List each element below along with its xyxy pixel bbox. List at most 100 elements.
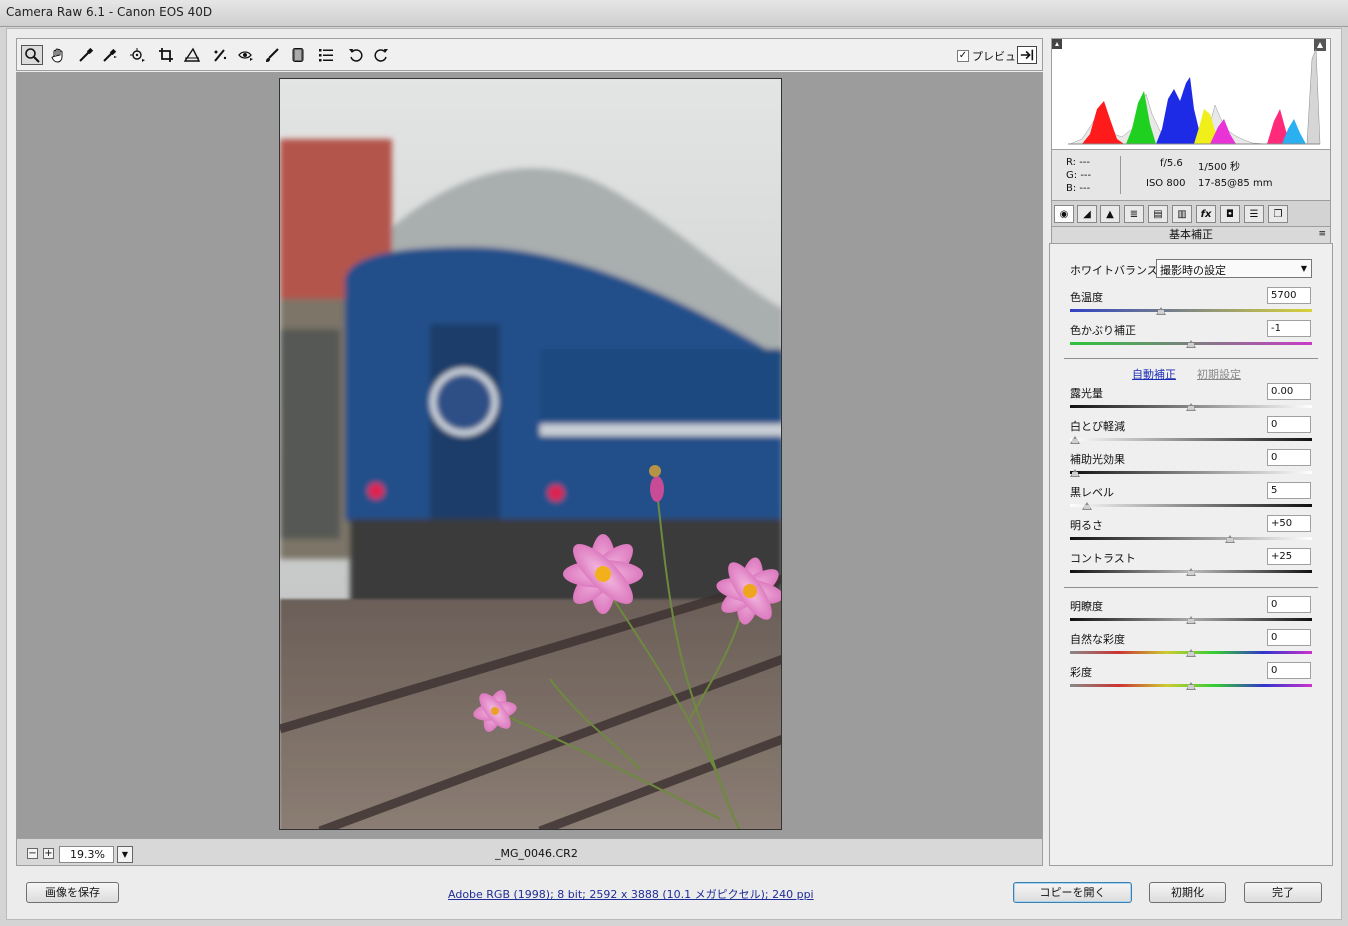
preview-checkbox[interactable]: ✓ bbox=[957, 50, 969, 62]
fullscreen-button[interactable] bbox=[1017, 46, 1037, 64]
chevron-down-icon: ▼ bbox=[1300, 264, 1307, 273]
spot-removal-icon bbox=[214, 49, 227, 62]
save-image-button[interactable]: 画像を保存 bbox=[26, 882, 119, 903]
exposure-slider[interactable] bbox=[1070, 403, 1312, 411]
recovery-label: 白とび軽減 bbox=[1070, 420, 1125, 433]
hand-tool-button[interactable] bbox=[47, 45, 69, 65]
title-bar: Camera Raw 6.1 - Canon EOS 40D bbox=[0, 0, 1348, 27]
white-balance-tool-button[interactable] bbox=[75, 45, 97, 65]
vibrance-slider-thumb[interactable] bbox=[1186, 649, 1196, 657]
tab-tone-curve[interactable]: ◢ bbox=[1077, 205, 1097, 223]
clarity-field[interactable]: 0 bbox=[1267, 596, 1311, 613]
clarity-slider[interactable] bbox=[1070, 616, 1312, 624]
aperture: f/5.6 bbox=[1160, 158, 1183, 169]
default-link[interactable]: 初期設定 bbox=[1197, 368, 1241, 381]
photo-preview[interactable] bbox=[279, 78, 782, 830]
zoom-tool-button[interactable] bbox=[21, 45, 43, 65]
zoom-dropdown-button[interactable]: ▼ bbox=[117, 846, 133, 863]
brightness-slider[interactable] bbox=[1070, 535, 1312, 543]
image-preview-area[interactable] bbox=[16, 72, 1043, 838]
fill-light-field[interactable]: 0 bbox=[1267, 449, 1311, 466]
saturation-slider[interactable] bbox=[1070, 682, 1312, 690]
blacks-slider[interactable] bbox=[1070, 502, 1312, 510]
fill-light-slider[interactable] bbox=[1070, 469, 1312, 477]
tint-slider-thumb[interactable] bbox=[1186, 340, 1196, 348]
done-button[interactable]: 完了 bbox=[1244, 882, 1322, 903]
tab-lens-corrections[interactable]: ▥ bbox=[1172, 205, 1192, 223]
photo-image bbox=[280, 79, 781, 829]
target-adjust-tool-button[interactable] bbox=[127, 45, 149, 65]
tab-camera-calibration[interactable]: ◘ bbox=[1220, 205, 1240, 223]
iso: ISO 800 bbox=[1146, 178, 1186, 189]
fill-light-slider-thumb[interactable] bbox=[1070, 469, 1080, 477]
zoom-in-button[interactable]: + bbox=[43, 848, 54, 859]
chevron-down-icon: ▼ bbox=[121, 850, 129, 859]
vibrance-slider[interactable] bbox=[1070, 649, 1312, 657]
straighten-icon bbox=[184, 47, 200, 62]
reset-button[interactable]: 初期化 bbox=[1149, 882, 1226, 903]
recovery-slider[interactable] bbox=[1070, 436, 1312, 444]
brightness-field[interactable]: +50 bbox=[1267, 515, 1311, 532]
contrast-slider[interactable] bbox=[1070, 568, 1312, 576]
blacks-slider-thumb[interactable] bbox=[1081, 502, 1092, 510]
temp-field[interactable]: 5700 bbox=[1267, 287, 1311, 304]
zoom-out-button[interactable]: − bbox=[27, 848, 38, 859]
contrast-slider-thumb[interactable] bbox=[1186, 568, 1196, 576]
open-copy-button[interactable]: コピーを開く bbox=[1013, 882, 1132, 903]
adjustment-brush-tool-button[interactable] bbox=[261, 45, 283, 65]
fullscreen-icon bbox=[1020, 49, 1034, 61]
panel-menu-icon[interactable]: ≡ bbox=[1318, 227, 1326, 242]
rotate-ccw-button[interactable] bbox=[345, 45, 367, 65]
dialog-footer: 画像を保存 Adobe RGB (1998); 8 bit; 2592 x 38… bbox=[6, 870, 1342, 920]
zoom-icon bbox=[25, 48, 40, 63]
temp-slider-thumb[interactable] bbox=[1155, 307, 1166, 315]
color-sampler-icon bbox=[103, 48, 117, 62]
tab-split-toning[interactable]: ▤ bbox=[1148, 205, 1168, 223]
rotate-cw-button[interactable] bbox=[370, 45, 392, 65]
brightness-slider-thumb[interactable] bbox=[1225, 535, 1236, 543]
color-sampler-tool-button[interactable] bbox=[99, 45, 121, 65]
g-value: --- bbox=[1080, 170, 1092, 181]
preferences-button[interactable] bbox=[315, 45, 337, 65]
exposure-field[interactable]: 0.00 bbox=[1267, 383, 1311, 400]
saturation-slider-thumb[interactable] bbox=[1186, 682, 1196, 690]
histogram bbox=[1051, 38, 1331, 150]
recovery-field[interactable]: 0 bbox=[1267, 416, 1311, 433]
tab-effects[interactable]: fx bbox=[1196, 205, 1216, 223]
rotate-cw-icon bbox=[374, 49, 388, 62]
temp-slider[interactable] bbox=[1070, 307, 1312, 315]
preferences-icon bbox=[319, 49, 333, 62]
lens: 17-85@85 mm bbox=[1198, 178, 1273, 189]
basic-icon: ◉ bbox=[1059, 208, 1069, 220]
red-eye-icon bbox=[238, 51, 253, 61]
toolbar: ✓ プレビュー bbox=[16, 38, 1043, 71]
auto-link[interactable]: 自動補正 bbox=[1132, 368, 1176, 381]
target-adjust-icon bbox=[130, 48, 145, 62]
workflow-options-link[interactable]: Adobe RGB (1998); 8 bit; 2592 x 3888 (10… bbox=[448, 886, 814, 902]
crop-tool-button[interactable] bbox=[155, 45, 177, 65]
tab-presets[interactable]: ☰ bbox=[1244, 205, 1264, 223]
tint-slider[interactable] bbox=[1070, 340, 1312, 348]
contrast-field[interactable]: +25 bbox=[1267, 548, 1311, 565]
blacks-field[interactable]: 5 bbox=[1267, 482, 1311, 499]
exposure-slider-thumb[interactable] bbox=[1186, 403, 1196, 411]
recovery-slider-thumb[interactable] bbox=[1070, 436, 1080, 444]
vibrance-field[interactable]: 0 bbox=[1267, 629, 1311, 646]
tab-snapshots[interactable]: ❐ bbox=[1268, 205, 1288, 223]
tone-curve-icon: ◢ bbox=[1083, 208, 1091, 220]
spot-removal-tool-button[interactable] bbox=[209, 45, 231, 65]
zoom-level-field[interactable]: 19.3% bbox=[59, 846, 114, 863]
tab-hsl[interactable]: ≣ bbox=[1124, 205, 1144, 223]
lens-corrections-icon: ▥ bbox=[1177, 208, 1187, 220]
white-balance-select[interactable]: 撮影時の設定 ▼ bbox=[1156, 259, 1312, 278]
tab-detail[interactable]: ▲ bbox=[1100, 205, 1120, 223]
straighten-tool-button[interactable] bbox=[181, 45, 203, 65]
tab-basic[interactable]: ◉ bbox=[1054, 205, 1074, 223]
graduated-filter-tool-button[interactable] bbox=[287, 45, 309, 65]
fill-light-label: 補助光効果 bbox=[1070, 453, 1125, 466]
detail-icon: ▲ bbox=[1106, 208, 1114, 220]
clarity-slider-thumb[interactable] bbox=[1186, 616, 1196, 624]
red-eye-tool-button[interactable] bbox=[235, 45, 257, 65]
saturation-field[interactable]: 0 bbox=[1267, 662, 1311, 679]
tint-field[interactable]: -1 bbox=[1267, 320, 1311, 337]
